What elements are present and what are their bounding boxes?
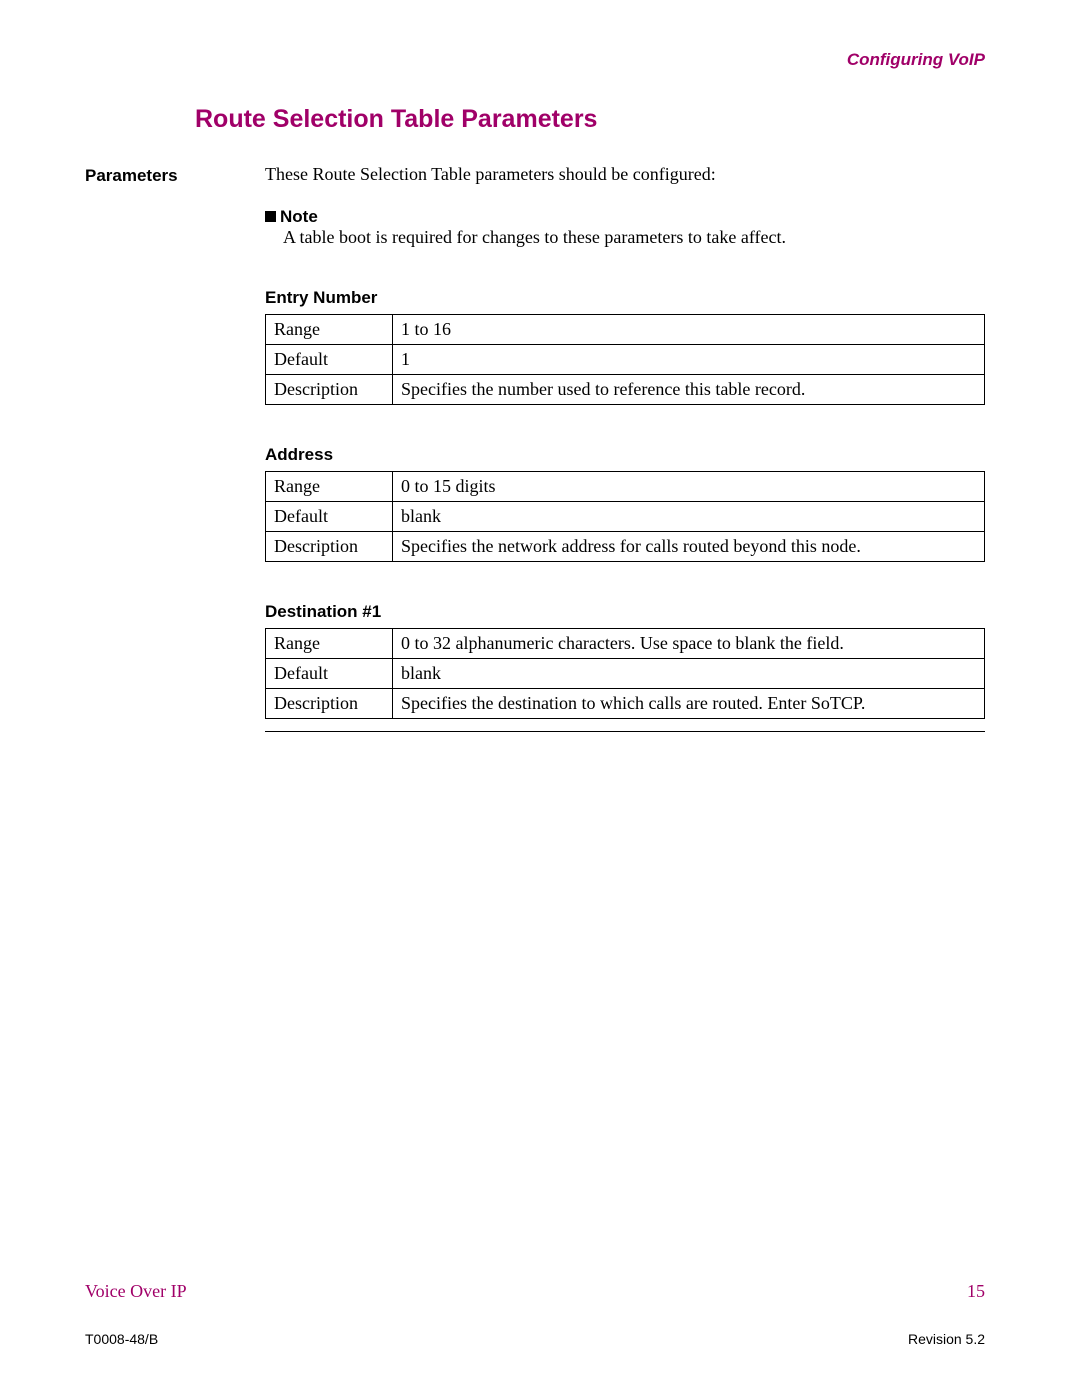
note-text: A table boot is required for changes to … <box>283 227 985 248</box>
cell-label: Range <box>266 315 393 345</box>
table-row: Range 0 to 32 alphanumeric characters. U… <box>266 629 985 659</box>
intro-text: These Route Selection Table parameters s… <box>265 164 985 185</box>
table-row: Description Specifies the number used to… <box>266 375 985 405</box>
cell-value: 0 to 32 alphanumeric characters. Use spa… <box>393 629 985 659</box>
cell-value: 1 <box>393 345 985 375</box>
cell-label: Description <box>266 375 393 405</box>
cell-value: Specifies the number used to reference t… <box>393 375 985 405</box>
cell-value: Specifies the destination to which calls… <box>393 689 985 719</box>
cell-value: blank <box>393 659 985 689</box>
section-divider <box>265 731 985 732</box>
param-table: Range 1 to 16 Default 1 Description Spec… <box>265 314 985 405</box>
note-marker-icon <box>265 211 276 222</box>
cell-value: 0 to 15 digits <box>393 472 985 502</box>
param-table: Range 0 to 15 digits Default blank Descr… <box>265 471 985 562</box>
table-row: Default blank <box>266 659 985 689</box>
page-number: 15 <box>967 1281 985 1302</box>
cell-label: Description <box>266 532 393 562</box>
footer-primary: Voice Over IP 15 <box>85 1281 985 1302</box>
param-table: Range 0 to 32 alphanumeric characters. U… <box>265 628 985 719</box>
revision: Revision 5.2 <box>908 1331 985 1347</box>
table-row: Range 0 to 15 digits <box>266 472 985 502</box>
cell-label: Range <box>266 472 393 502</box>
doc-id: T0008-48/B <box>85 1331 158 1347</box>
note-label: Note <box>280 207 318 226</box>
cell-label: Description <box>266 689 393 719</box>
table-row: Description Specifies the destination to… <box>266 689 985 719</box>
param-section-entry-number: Entry Number Range 1 to 16 Default 1 Des… <box>265 288 985 405</box>
cell-label: Default <box>266 345 393 375</box>
cell-value: 1 to 16 <box>393 315 985 345</box>
table-row: Default blank <box>266 502 985 532</box>
param-heading: Entry Number <box>265 288 985 308</box>
page-title: Route Selection Table Parameters <box>195 105 985 134</box>
param-heading: Destination #1 <box>265 602 985 622</box>
footer-left: Voice Over IP <box>85 1281 187 1302</box>
cell-value: blank <box>393 502 985 532</box>
param-heading: Address <box>265 445 985 465</box>
cell-label: Default <box>266 659 393 689</box>
param-section-address: Address Range 0 to 15 digits Default bla… <box>265 445 985 562</box>
footer-secondary: T0008-48/B Revision 5.2 <box>85 1331 985 1347</box>
cell-value: Specifies the network address for calls … <box>393 532 985 562</box>
table-row: Default 1 <box>266 345 985 375</box>
table-row: Description Specifies the network addres… <box>266 532 985 562</box>
param-section-destination-1: Destination #1 Range 0 to 32 alphanumeri… <box>265 602 985 719</box>
table-row: Range 1 to 16 <box>266 315 985 345</box>
cell-label: Default <box>266 502 393 532</box>
cell-label: Range <box>266 629 393 659</box>
note-block: Note A table boot is required for change… <box>265 207 985 248</box>
page-header: Configuring VoIP <box>85 50 985 70</box>
sidebar-label: Parameters <box>85 164 265 186</box>
